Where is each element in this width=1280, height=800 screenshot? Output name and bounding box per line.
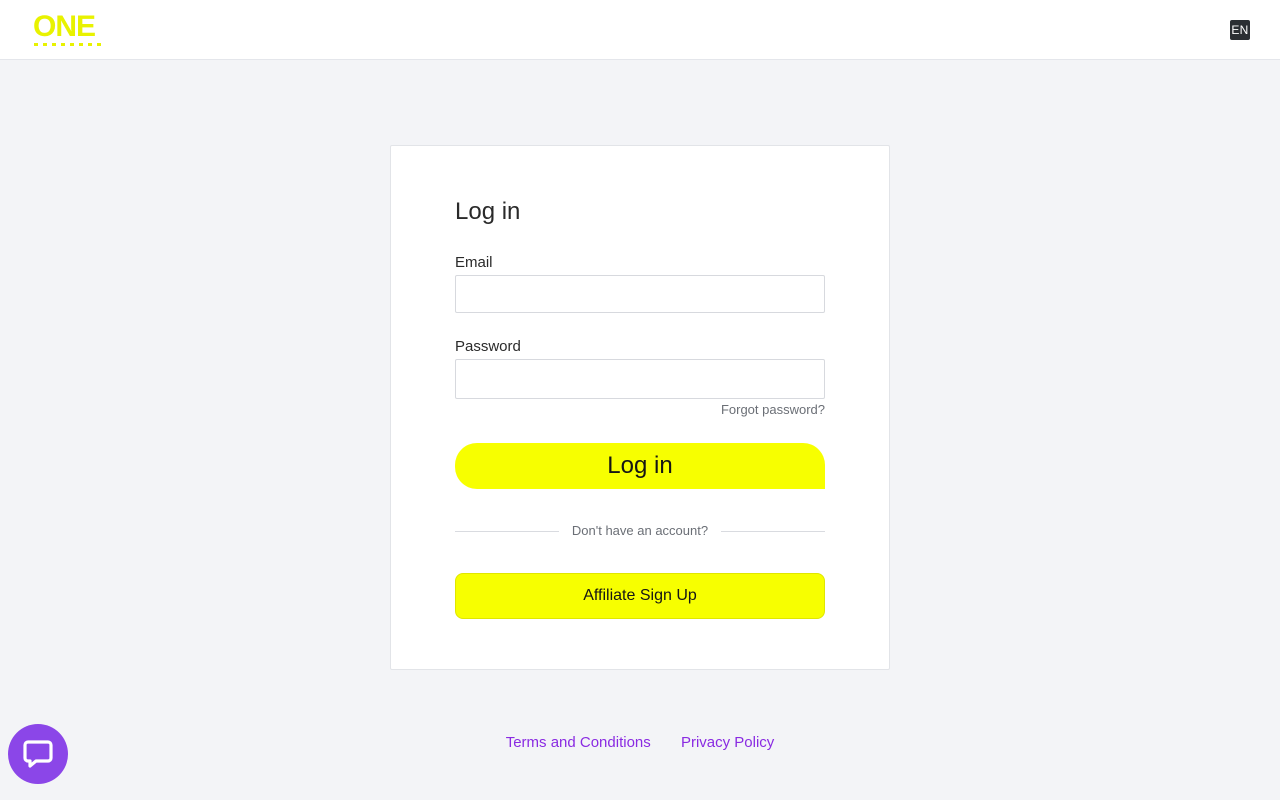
svg-text:ONE: ONE <box>33 11 95 43</box>
email-label: Email <box>455 254 493 271</box>
login-card: Log in Email Password Forgot password? L… <box>390 145 890 670</box>
one-partners-logo[interactable]: ONE <box>33 11 113 49</box>
footer-links: Terms and Conditions Privacy Policy <box>0 734 1280 751</box>
divider-line-right <box>721 531 825 532</box>
privacy-link[interactable]: Privacy Policy <box>681 734 774 751</box>
terms-link[interactable]: Terms and Conditions <box>506 734 651 751</box>
chat-bubble-icon <box>23 740 53 768</box>
login-button[interactable]: Log in <box>455 443 825 489</box>
signup-divider: Don't have an account? <box>455 522 825 540</box>
forgot-password-link[interactable]: Forgot password? <box>721 402 825 417</box>
top-bar: ONE EN <box>0 0 1280 60</box>
affiliate-signup-button[interactable]: Affiliate Sign Up <box>455 573 825 619</box>
email-field[interactable] <box>455 275 825 313</box>
chat-launcher-button[interactable] <box>8 724 68 784</box>
password-label: Password <box>455 338 521 355</box>
password-field[interactable] <box>455 359 825 399</box>
login-title: Log in <box>455 198 521 225</box>
language-selector[interactable]: EN <box>1230 20 1250 40</box>
